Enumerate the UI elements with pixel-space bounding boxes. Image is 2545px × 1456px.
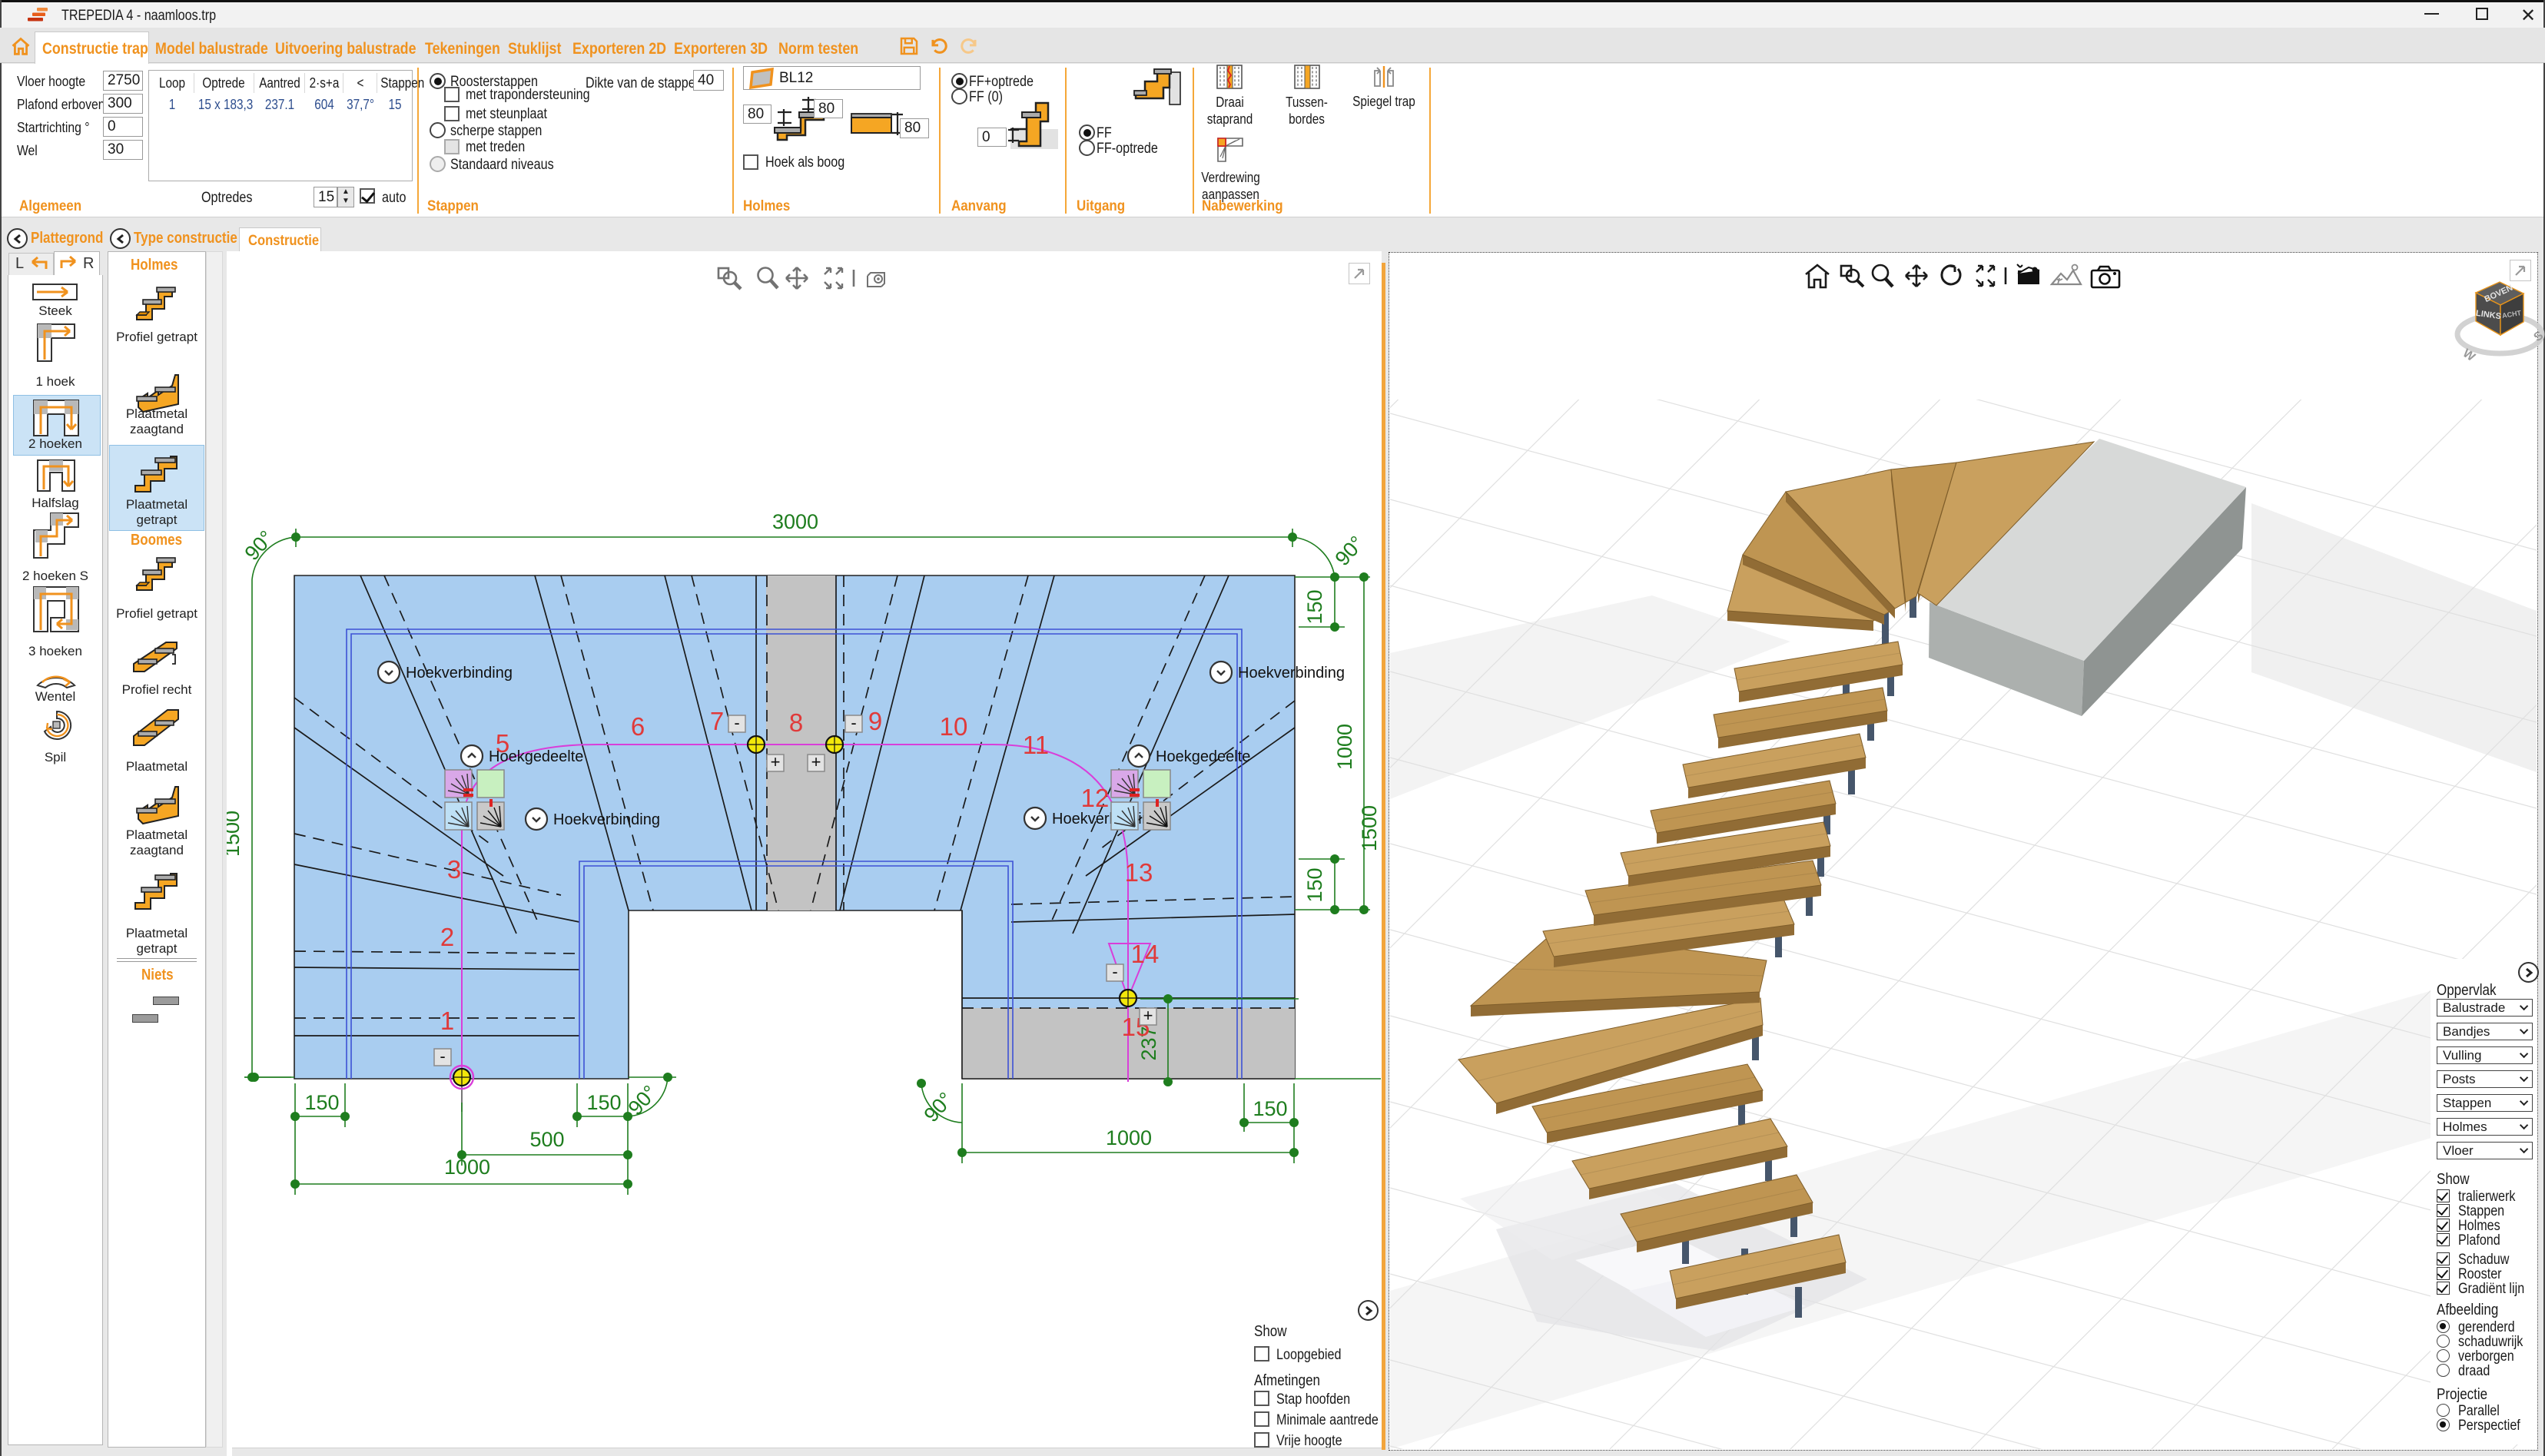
svg-text:-: - <box>1112 962 1117 981</box>
svg-text:-: - <box>440 1046 445 1066</box>
svg-text:150: 150 <box>586 1091 621 1114</box>
svg-text:500: 500 <box>529 1128 564 1151</box>
svg-text:1000: 1000 <box>444 1156 490 1179</box>
svg-text:12: 12 <box>1081 784 1110 812</box>
svg-text:3: 3 <box>447 855 461 884</box>
svg-text:150: 150 <box>1253 1097 1287 1120</box>
svg-text:1000: 1000 <box>1106 1126 1152 1149</box>
svg-text:9: 9 <box>868 707 882 735</box>
svg-text:+: + <box>811 752 821 771</box>
svg-text:-: - <box>851 713 856 732</box>
svg-text:-: - <box>734 713 739 732</box>
svg-text:Hoekverbinding: Hoekverbinding <box>1238 665 1345 682</box>
svg-text:Hoekverbinding: Hoekverbinding <box>1052 811 1159 827</box>
svg-text:150: 150 <box>1303 589 1326 624</box>
svg-text:1500: 1500 <box>227 811 244 857</box>
svg-text:+: + <box>1143 1006 1153 1025</box>
svg-text:150: 150 <box>1303 867 1326 902</box>
svg-text:10: 10 <box>940 712 968 741</box>
svg-text:6: 6 <box>631 712 645 741</box>
svg-text:90°: 90° <box>1330 532 1369 570</box>
svg-text:2: 2 <box>440 923 454 951</box>
svg-text:90°: 90° <box>240 526 278 565</box>
svg-text:3000: 3000 <box>772 510 818 533</box>
svg-text:7: 7 <box>710 707 724 735</box>
svg-text:+: + <box>771 752 781 771</box>
svg-text:8: 8 <box>789 708 803 737</box>
svg-text:150: 150 <box>304 1091 339 1114</box>
svg-text:Hoekverbinding: Hoekverbinding <box>406 665 513 682</box>
svg-text:Hoekgedeelte: Hoekgedeelte <box>489 748 583 765</box>
svg-text:Hoekverbinding: Hoekverbinding <box>553 811 660 828</box>
svg-text:1: 1 <box>440 1007 454 1035</box>
svg-text:13: 13 <box>1125 858 1153 887</box>
svg-text:1500: 1500 <box>1358 805 1381 851</box>
svg-text:Hoekgedeelte: Hoekgedeelte <box>1156 748 1250 765</box>
svg-text:14: 14 <box>1131 940 1160 968</box>
svg-text:1000: 1000 <box>1333 724 1356 770</box>
svg-text:11: 11 <box>1023 731 1049 759</box>
